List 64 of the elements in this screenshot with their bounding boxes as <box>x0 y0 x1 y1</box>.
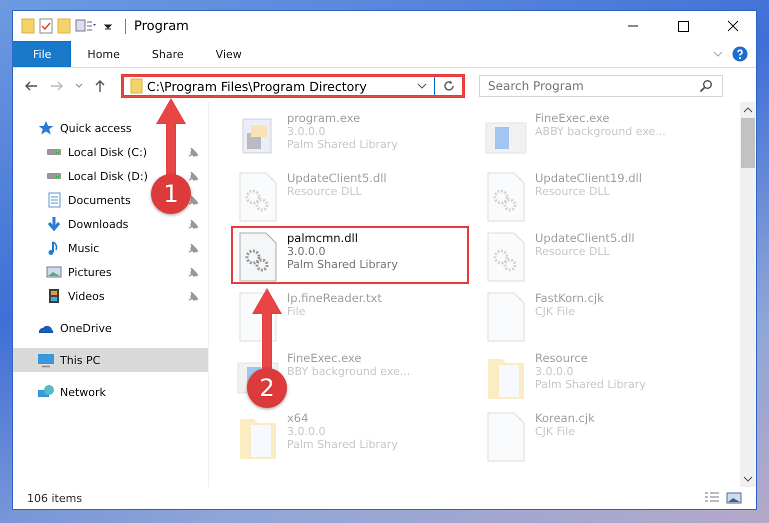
nav-item[interactable]: Local Disk (C:) <box>13 140 148 164</box>
star-icon <box>37 120 55 136</box>
up-arrow-icon[interactable] <box>93 79 107 93</box>
file-name: FineExec.exe <box>287 351 363 365</box>
net-icon <box>37 384 55 400</box>
file-tile[interactable]: palmcmn.dll 3.0.0.0 Palm Shared Library <box>231 226 469 284</box>
file-name: UpdateClient5.dll <box>535 231 635 245</box>
dll-file-icon <box>237 231 279 283</box>
nav-item[interactable]: Documents <box>13 188 148 212</box>
pics-icon <box>45 264 63 280</box>
file-name: Resource <box>535 351 589 365</box>
pin-icon[interactable] <box>188 171 198 181</box>
file-name: x64 <box>287 411 310 425</box>
pin-icon[interactable] <box>188 147 198 157</box>
nav-item[interactable]: Network <box>13 380 148 404</box>
nav-item[interactable]: Music <box>13 236 148 260</box>
ribbon-tab[interactable]: File <box>13 41 72 67</box>
help-icon[interactable] <box>732 46 748 62</box>
folder-icon[interactable] <box>21 18 35 34</box>
ribbon-tab[interactable]: View <box>200 41 258 67</box>
item-count: 106 items <box>27 492 82 504</box>
scroll-thumb[interactable] <box>741 118 755 168</box>
view-dropdown-icon[interactable] <box>75 18 99 34</box>
nav-item[interactable]: This PC <box>13 348 208 372</box>
file-name: FineExec.exe <box>535 111 611 125</box>
ribbon-tab[interactable]: Share <box>136 41 200 67</box>
nav-item[interactable]: OneDrive <box>13 316 148 340</box>
pin-icon[interactable] <box>188 195 198 205</box>
folder-icon <box>130 78 143 94</box>
pin-icon[interactable] <box>188 267 198 277</box>
nav-item[interactable]: Downloads <box>13 212 148 236</box>
pin-icon[interactable] <box>188 243 198 253</box>
expand-ribbon-icon[interactable] <box>712 49 724 59</box>
nav-item[interactable]: Local Disk (D:) <box>13 164 148 188</box>
file-name: UpdateClient5.dll <box>287 171 387 185</box>
nav-item[interactable]: Pictures <box>13 260 148 284</box>
ribbon-tab[interactable]: Home <box>71 41 136 67</box>
properties-icon[interactable] <box>39 18 53 34</box>
file-detail: Palm Shared Library <box>287 258 398 271</box>
pc-icon <box>37 352 55 368</box>
address-bar[interactable]: C:\Program Files\Program Directory <box>121 74 465 98</box>
file-name: FastKorn.cjk <box>535 291 604 305</box>
file-name: palmcmn.dll <box>287 231 359 245</box>
address-path: C:\Program Files\Program Directory <box>147 78 367 94</box>
recent-caret-icon[interactable] <box>75 83 83 89</box>
file-detail: 3.0.0.0 <box>287 245 326 258</box>
refresh-icon[interactable] <box>442 79 456 93</box>
file-name: lp.fineReader.txt <box>287 291 382 305</box>
down-icon <box>45 216 63 232</box>
folder-icon[interactable] <box>57 18 71 34</box>
scroll-down-icon[interactable] <box>743 475 753 483</box>
nav-item[interactable]: Videos <box>13 284 148 308</box>
back-arrow-icon[interactable] <box>23 79 39 93</box>
search-field[interactable]: Search Program <box>479 75 723 97</box>
tiles-view-icon[interactable] <box>726 491 742 505</box>
scroll-up-icon[interactable] <box>743 106 753 114</box>
dropdown-caret-icon[interactable] <box>417 82 427 90</box>
pin-icon[interactable] <box>188 219 198 229</box>
file-name: Korean.cjk <box>535 411 595 425</box>
file-name: program.exe <box>287 111 362 125</box>
file-name: UpdateClient19.dll <box>535 171 642 185</box>
pin-icon[interactable] <box>188 291 198 301</box>
nav-item[interactable]: Quick access <box>13 116 148 140</box>
window-title: Program <box>125 18 189 34</box>
